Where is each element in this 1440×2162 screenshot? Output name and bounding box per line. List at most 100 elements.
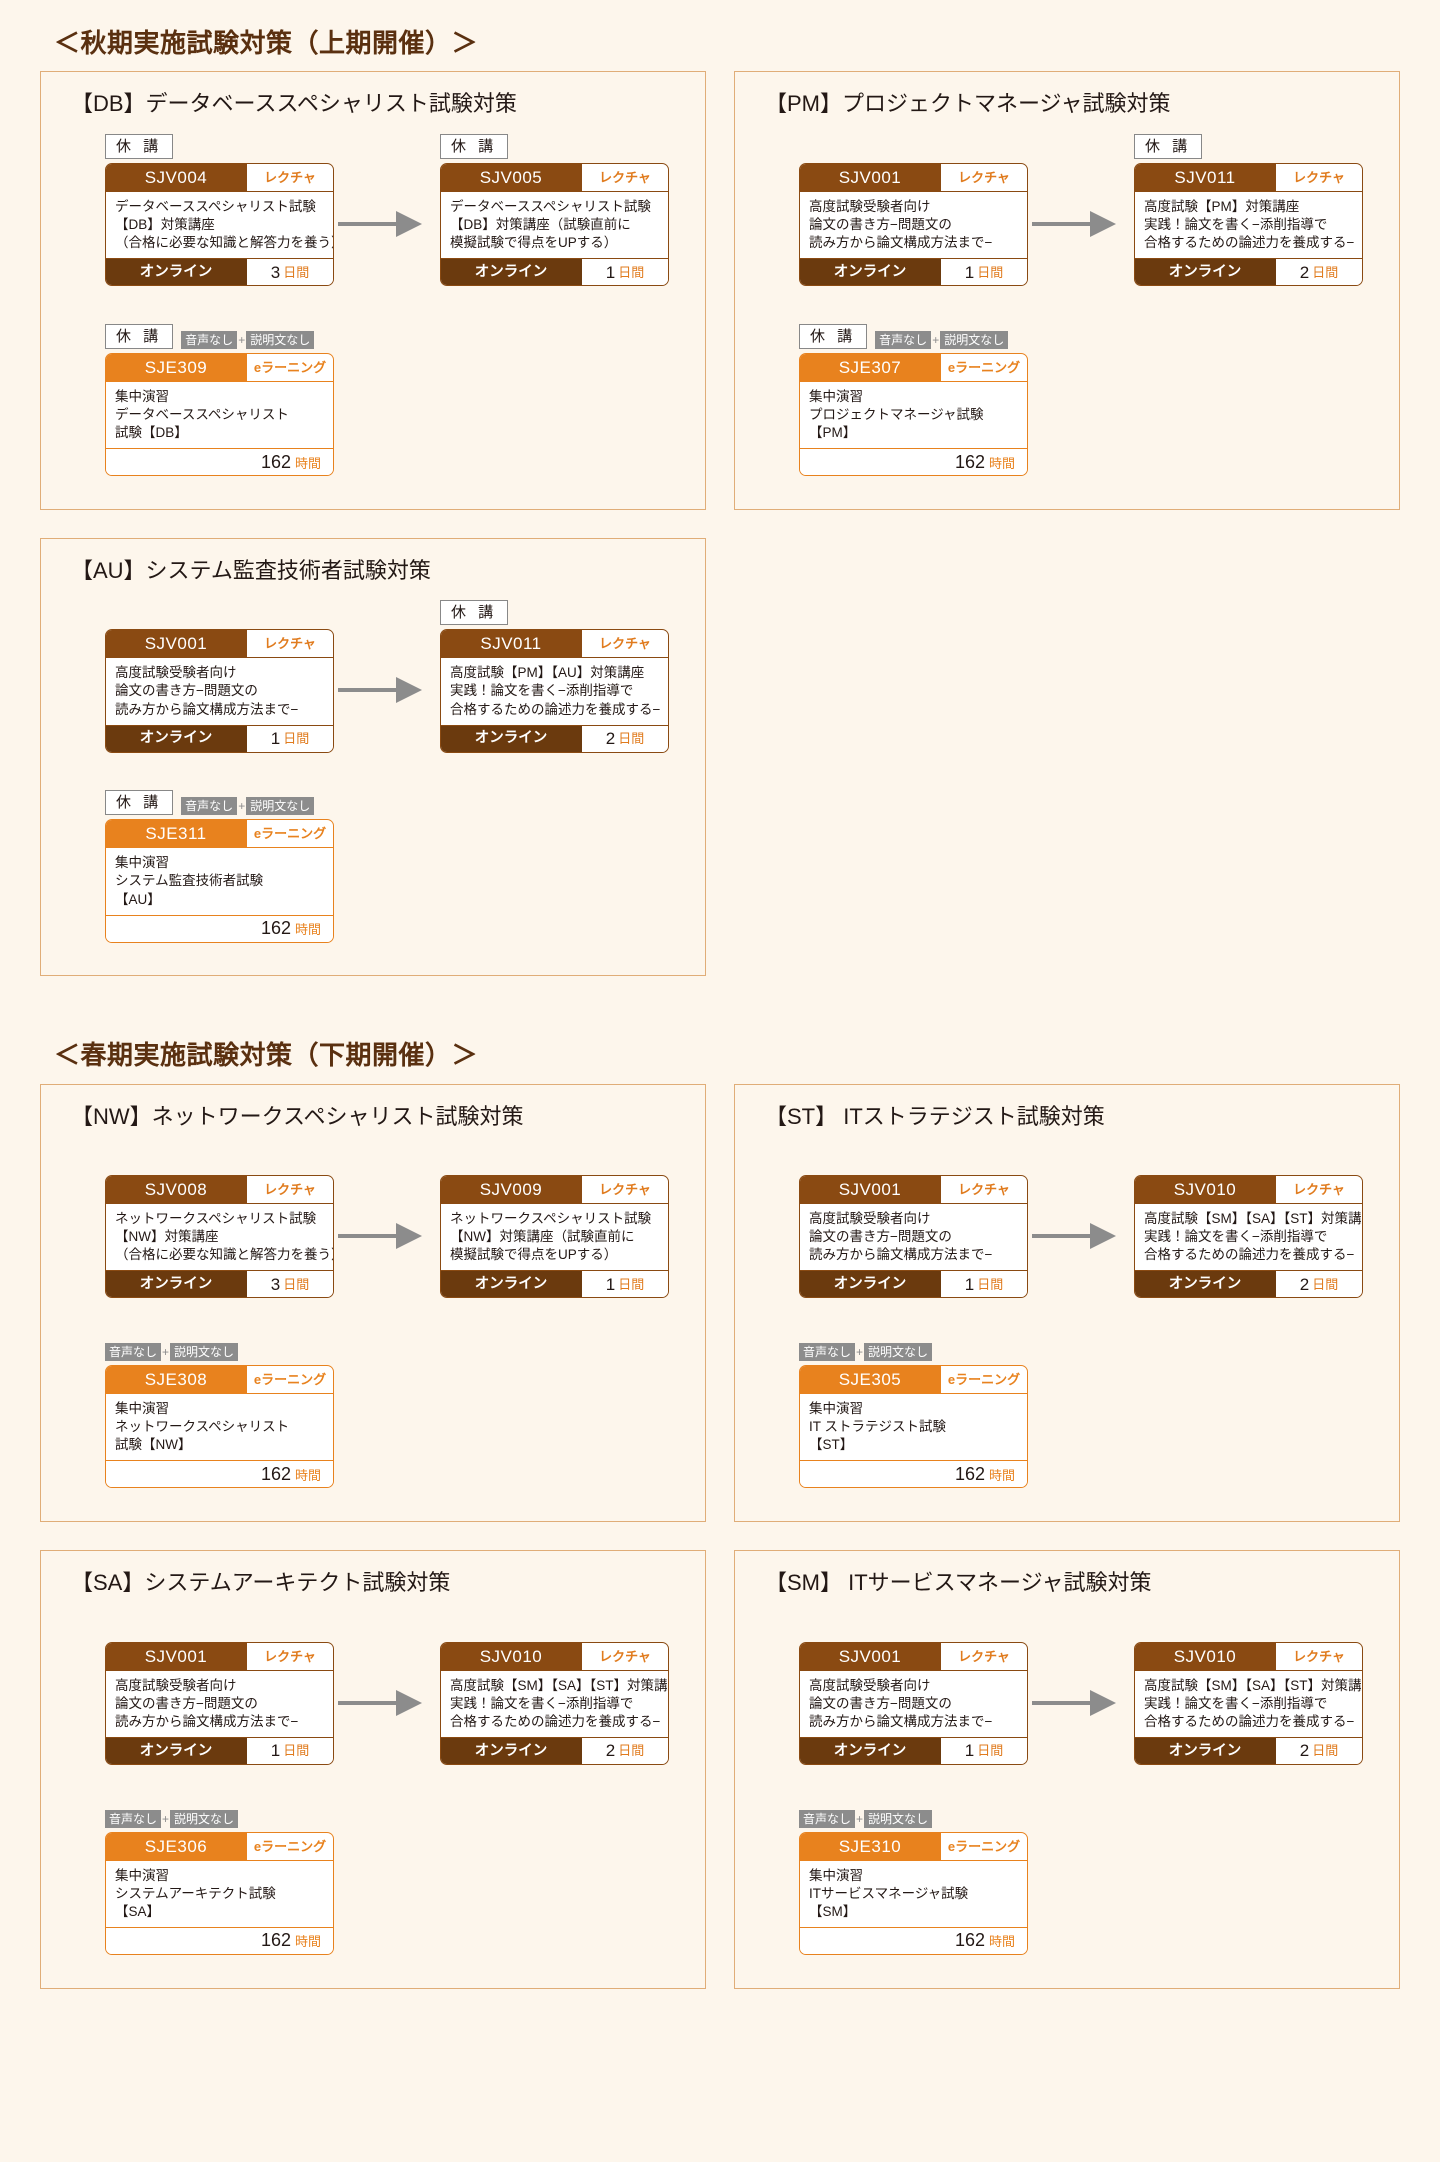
course-kind-badge: レクチャ (581, 630, 668, 658)
course-description-line: 実践！論文を書く−添削指導で (1144, 1229, 1328, 1245)
panel-row: 【SA】システムアーキテクト試験対策 SJV001 レクチャ 高度試験受験者向け 論文… (40, 1550, 1400, 1989)
no-audio-badge: 音声なし (105, 1809, 162, 1828)
course-code: SJE307 (838, 357, 902, 377)
kyuko-badge: 休 講 (105, 133, 174, 159)
flow-arrow-gap (334, 599, 426, 759)
badge-row: 音声なし + 説明文なし (91, 1802, 334, 1828)
card-header: SJE310 eラーニング (800, 1832, 1027, 1860)
course-card-sjv008[interactable]: SJV008 レクチャ ネットワークスペシャリスト試験 【NW】対策講座 （合格に必要な… (105, 1175, 334, 1299)
course-card-sjv001[interactable]: SJV001 レクチャ 高度試験受験者向け 論文の書き方−問題文の 読み方から論文構成方… (105, 629, 334, 753)
course-description: 高度試験【SM】【SA】【ST】対策講座 実践！論文を書く−添削指導で 合格するため… (441, 1669, 669, 1738)
course-description-line: 集中演習 (809, 1401, 863, 1417)
arrow-head (396, 210, 422, 237)
course-slot: 音声なし + 説明文なし SJE310 eラーニング 集中演習 ITサービスマネージャ試験【… (785, 1802, 1028, 1955)
course-card-sje309[interactable]: SJE309 eラーニング 集中演習 データベーススペシャリスト 試験【DB】 162 時間 (105, 352, 334, 477)
card-footer: オンライン 1 日間 (106, 725, 333, 752)
card-header: SJE305 eラーニング (800, 1366, 1027, 1394)
course-description-line: 論文の書き方−問題文の (809, 216, 952, 232)
course-card-sje306[interactable]: SJE306 eラーニング 集中演習 システムアーキテクト試験 【SA】 162 時間 (105, 1831, 334, 1955)
course-flow-secondary: 音声なし + 説明文なし SJE310 eラーニング 集中演習 ITサービスマネージャ試験【… (785, 1802, 1377, 1962)
plus-separator: + (856, 1345, 864, 1360)
panel-au: 【AU】システム監査技術者試験対策 SJV001 レクチャ 高度試験受験者向け 論文の… (40, 537, 706, 977)
course-hours: 162 時間 (800, 1461, 1027, 1488)
media-flags: 音声なし + 説明文なし (799, 1809, 933, 1828)
arrow-shaft (338, 221, 400, 226)
course-duration-value: 1 (270, 729, 281, 749)
badge-row: 休 講音声なし + 説明文なし (91, 789, 334, 816)
course-card-sje305[interactable]: SJE305 eラーニング 集中演習 IT ストラテジスト試験 【ST】 162 時間 (799, 1365, 1028, 1489)
course-card-sjv004[interactable]: SJV004 レクチャ データベーススペシャリスト試験 【DB】対策講座 （合格に必要な… (105, 162, 334, 287)
course-card-sjv001[interactable]: SJV001 レクチャ 高度試験受験者向け 論文の書き方−問題文の 読み方から論文構成方… (105, 1641, 334, 1765)
course-description-line: 高度試験受験者向け (115, 665, 237, 681)
course-flow: SJV001 レクチャ 高度試験受験者向け 論文の書き方−問題文の 読み方から論文構成方… (785, 133, 1377, 293)
card-footer: 162 時間 (106, 1461, 333, 1488)
course-card-sjv001[interactable]: SJV001 レクチャ 高度試験受験者向け 論文の書き方−問題文の 読み方から論文構成方… (799, 1641, 1028, 1765)
course-description-line: 読み方から論文構成方法まで− (809, 234, 993, 250)
course-kind-badge: eラーニング (246, 1832, 333, 1860)
course-duration: 1 日間 (940, 259, 1027, 286)
course-card-sjv001[interactable]: SJV001 レクチャ 高度試験受験者向け 論文の書き方−問題文の 読み方から論文構成方… (799, 162, 1028, 287)
course-hours: 162 時間 (106, 915, 333, 942)
course-description-line: 【NW】対策講座 (115, 1229, 219, 1245)
course-flow-secondary: 休 講音声なし + 説明文なし SJE307 eラーニング 集中演習 プロジェクトマネージャ… (785, 323, 1377, 483)
course-duration-value: 1 (964, 1274, 975, 1294)
course-description-line: 集中演習 (115, 1867, 169, 1883)
no-audio-badge: 音声なし (181, 330, 238, 349)
panel-title: 【AU】システム監査技術者試験対策 (71, 557, 431, 583)
course-card-sjv010[interactable]: SJV010 レクチャ 高度試験【SM】【SA】【ST】対策講座 実践！論文を書く−添… (440, 1641, 669, 1765)
flow-arrow-icon (1032, 1223, 1116, 1250)
course-code: SJV010 (1173, 1180, 1237, 1200)
course-card-sje307[interactable]: SJE307 eラーニング 集中演習 プロジェクトマネージャ試験 【PM】 162 時間 (799, 352, 1028, 477)
course-description: 集中演習 ITサービスマネージャ試験 【SM】 (800, 1859, 1027, 1928)
card-footer: オンライン 2 日間 (1135, 259, 1362, 286)
course-flow-secondary: 休 講音声なし + 説明文なし SJE309 eラーニング 集中演習 データベーススペシャリ… (91, 323, 683, 483)
season-block: ＜秋期実施試験対策（上期開催）＞ 【DB】データベーススペシャリスト試験対策休 講… (40, 28, 1400, 977)
arrow-shaft (1032, 1234, 1094, 1239)
arrow-head (396, 1223, 422, 1250)
course-code: SJE308 (144, 1370, 208, 1390)
card-header: SJE309 eラーニング (106, 353, 333, 381)
course-card-sjv011[interactable]: SJV011 レクチャ 高度試験【PM】【AU】対策講座 実践！論文を書く−添削指導で… (440, 629, 669, 753)
course-description: 集中演習 データベーススペシャリスト 試験【DB】 (106, 380, 333, 450)
course-duration-value: 1 (964, 262, 975, 282)
course-hours-unit: 時間 (988, 455, 1015, 471)
course-code: SJV004 (144, 167, 208, 187)
course-card-sjv010[interactable]: SJV010 レクチャ 高度試験【SM】【SA】【ST】対策講座 実践！論文を書く−添… (1134, 1641, 1363, 1765)
course-code: SJV011 (480, 634, 542, 654)
arrow-head (396, 677, 422, 704)
card-footer: オンライン 1 日間 (106, 1737, 333, 1764)
course-code: SJV001 (144, 1646, 208, 1666)
course-card-sjv005[interactable]: SJV005 レクチャ データベーススペシャリスト試験 【DB】対策講座（試験直前に模… (440, 162, 669, 287)
course-card-sje311[interactable]: SJE311 eラーニング 集中演習 システム監査技術者試験 【AU】 162 時間 (105, 819, 334, 943)
course-card-sjv009[interactable]: SJV009 レクチャ ネットワークスペシャリスト試験 【NW】対策講座（試験直前に模… (440, 1175, 669, 1299)
arrow-head (1090, 1223, 1116, 1250)
flow-arrow-icon (1032, 1689, 1116, 1716)
course-description-line: 集中演習 (115, 388, 169, 404)
course-code: SJV008 (144, 1180, 208, 1200)
card-header: SJV001 レクチャ (800, 163, 1027, 191)
card-footer: 162 時間 (106, 915, 333, 942)
course-flow-secondary: 休 講音声なし + 説明文なし SJE311 eラーニング 集中演習 システム監査技術者試験… (91, 789, 683, 949)
course-flow: SJV001 レクチャ 高度試験受験者向け 論文の書き方−問題文の 読み方から論文構成方… (785, 1145, 1377, 1305)
course-mode: オンライン (106, 259, 246, 286)
arrow-shaft (338, 1700, 400, 1705)
course-card-sje308[interactable]: SJE308 eラーニング 集中演習 ネットワークスペシャリスト 試験【NW】 162 時間 (105, 1365, 334, 1489)
course-duration-unit: 日間 (283, 264, 310, 280)
course-mode: オンライン (441, 1271, 581, 1298)
course-slot: 音声なし + 説明文なし SJE306 eラーニング 集中演習 システムアーキテクト試験 【S… (91, 1802, 334, 1955)
course-card-sjv011[interactable]: SJV011 レクチャ 高度試験【PM】対策講座 実践！論文を書く−添削指導で 合格する… (1134, 162, 1363, 287)
course-mode: オンライン (441, 259, 581, 286)
course-description-line: 読み方から論文構成方法まで− (809, 1713, 993, 1729)
course-card-sjv010[interactable]: SJV010 レクチャ 高度試験【SM】【SA】【ST】対策講座 実践！論文を書く−添… (1134, 1175, 1363, 1299)
course-description-line: 集中演習 (809, 1867, 863, 1883)
card-footer: オンライン 1 日間 (441, 1271, 668, 1298)
course-card-sje310[interactable]: SJE310 eラーニング 集中演習 ITサービスマネージャ試験 【SM】 162 時間 (799, 1831, 1028, 1955)
course-description: 高度試験受験者向け 論文の書き方−問題文の 読み方から論文構成方法まで− (800, 1203, 1027, 1272)
course-description-line: 高度試験【SM】【SA】【ST】対策講座 (450, 1677, 669, 1693)
card-footer: 162 時間 (106, 1927, 333, 1954)
kyuko-badge: 休 講 (105, 323, 174, 349)
course-description: 高度試験【SM】【SA】【ST】対策講座 実践！論文を書く−添削指導で 合格するため… (1135, 1203, 1362, 1272)
course-kind-badge: eラーニング (940, 1832, 1027, 1860)
course-card-sjv001[interactable]: SJV001 レクチャ 高度試験受験者向け 論文の書き方−問題文の 読み方から論文構成方… (799, 1175, 1028, 1299)
badge-row: 休 講 (91, 133, 334, 159)
